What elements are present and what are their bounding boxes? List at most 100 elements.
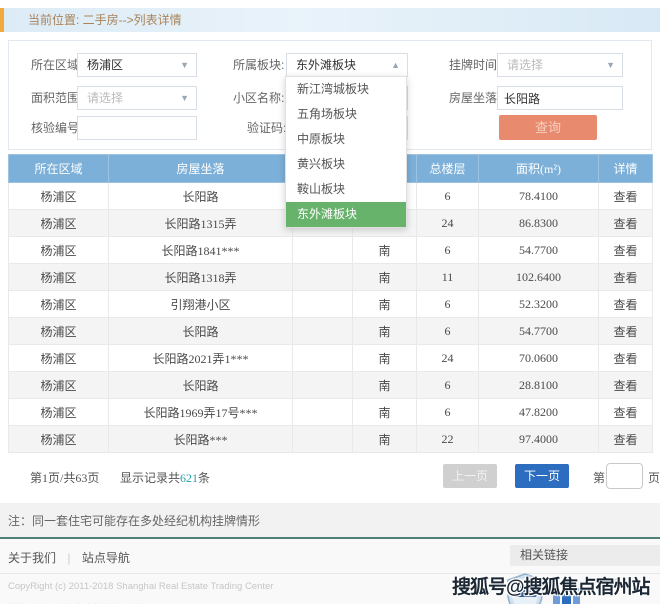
- table-cell: 54.7700: [479, 237, 599, 264]
- search-button[interactable]: 查询: [499, 115, 597, 140]
- table-cell: 长阳路2021弄1***: [109, 345, 293, 372]
- table-row: 杨浦区长阳路1318弄南11102.6400查看: [9, 264, 653, 291]
- check-number-label: 核验编号:: [31, 116, 82, 140]
- about-us-link[interactable]: 关于我们: [8, 551, 56, 565]
- dropdown-option[interactable]: 鞍山板块: [286, 177, 406, 202]
- table-cell: 杨浦区: [9, 264, 109, 291]
- table-cell: [293, 345, 353, 372]
- table-cell: [293, 291, 353, 318]
- table-header-cell: 所在区域: [9, 155, 109, 183]
- table-cell: 南: [353, 372, 417, 399]
- dropdown-option[interactable]: 新江湾城板块: [286, 77, 406, 102]
- detail-link[interactable]: 查看: [599, 291, 653, 318]
- pagination: 第1页/共63页 显示记录共621条 上一页 下一页 第 页: [8, 461, 652, 495]
- plate-select-value: 东外滩板块: [296, 58, 356, 72]
- table-cell: 长阳路1969弄17号***: [109, 399, 293, 426]
- page: 当前位置: 二手房-->列表详情 所在区域: 杨浦区 ▼ 所属板块: 东外滩板块…: [0, 0, 660, 604]
- plate-dropdown: 新江湾城板块五角场板块中原板块黄兴板块鞍山板块东外滩板块: [285, 76, 407, 228]
- table-cell: 引翔港小区: [109, 291, 293, 318]
- table-cell: 杨浦区: [9, 318, 109, 345]
- region-select-value: 杨浦区: [87, 58, 123, 72]
- table-cell: 47.8200: [479, 399, 599, 426]
- table-cell: [293, 426, 353, 453]
- detail-link[interactable]: 查看: [599, 210, 653, 237]
- table-cell: 54.7700: [479, 318, 599, 345]
- dropdown-option[interactable]: 东外滩板块: [286, 202, 406, 227]
- table-cell: 南: [353, 345, 417, 372]
- footer-links: 关于我们 | 站点导航: [8, 549, 130, 566]
- dropdown-option[interactable]: 五角场板块: [286, 102, 406, 127]
- detail-link[interactable]: 查看: [599, 237, 653, 264]
- table-header-cell: 房屋坐落: [109, 155, 293, 183]
- table-cell: [293, 237, 353, 264]
- table-cell: 杨浦区: [9, 291, 109, 318]
- table-cell: 24: [417, 210, 479, 237]
- table-row: 杨浦区长阳路1841***南654.7700查看: [9, 237, 653, 264]
- community-name-label: 小区名称:: [233, 86, 284, 110]
- table-cell: 6: [417, 237, 479, 264]
- check-number-input[interactable]: [77, 116, 197, 140]
- detail-link[interactable]: 查看: [599, 399, 653, 426]
- house-location-label: 房屋坐落:: [449, 86, 500, 110]
- table-cell: [293, 399, 353, 426]
- chevron-down-icon: ▼: [606, 54, 615, 76]
- table-cell: 24: [417, 345, 479, 372]
- plate-label: 所属板块:: [233, 53, 284, 77]
- goto-page-prefix: 第: [593, 469, 605, 486]
- detail-link[interactable]: 查看: [599, 264, 653, 291]
- record-suffix: 条: [198, 471, 210, 485]
- table-cell: 杨浦区: [9, 183, 109, 210]
- dropdown-option[interactable]: 中原板块: [286, 127, 406, 152]
- table-cell: 杨浦区: [9, 399, 109, 426]
- table-cell: 86.8300: [479, 210, 599, 237]
- table-cell: 南: [353, 318, 417, 345]
- region-select[interactable]: 杨浦区 ▼: [77, 53, 197, 77]
- house-location-input[interactable]: [497, 86, 623, 110]
- goto-page-input[interactable]: [606, 463, 643, 489]
- table-cell: 南: [353, 237, 417, 264]
- table-header-cell: 总楼层: [417, 155, 479, 183]
- listing-time-select[interactable]: 请选择 ▼: [497, 53, 623, 77]
- table-cell: 南: [353, 264, 417, 291]
- chevron-down-icon: ▼: [180, 54, 189, 76]
- table-cell: 6: [417, 318, 479, 345]
- table-header-cell: 面积(m²): [479, 155, 599, 183]
- top-gap: [0, 0, 660, 8]
- record-count-text: 显示记录共621条: [120, 469, 210, 486]
- page-info: 第1页/共63页: [30, 469, 99, 486]
- table-cell: 97.4000: [479, 426, 599, 453]
- area-range-label: 面积范围:: [31, 86, 82, 110]
- area-range-select[interactable]: 请选择 ▼: [77, 86, 197, 110]
- detail-link[interactable]: 查看: [599, 345, 653, 372]
- plate-select[interactable]: 东外滩板块 ▲: [286, 53, 408, 77]
- goto-page-suffix: 页: [648, 469, 660, 486]
- area-range-placeholder: 请选择: [87, 91, 123, 105]
- related-links-select[interactable]: 相关链接: [510, 545, 660, 566]
- table-cell: 70.0600: [479, 345, 599, 372]
- detail-link[interactable]: 查看: [599, 372, 653, 399]
- detail-link[interactable]: 查看: [599, 183, 653, 210]
- table-row: 杨浦区长阳路南654.7700查看: [9, 318, 653, 345]
- table-cell: 长阳路***: [109, 426, 293, 453]
- copyright-line1: CopyRight (c) 2011-2018 Shanghai Real Es…: [8, 581, 273, 592]
- chevron-down-icon: ▼: [180, 87, 189, 109]
- note-text: 注：同一套住宅可能存在多处经纪机构挂牌情形: [0, 503, 660, 537]
- site-nav-link[interactable]: 站点导航: [82, 551, 130, 565]
- table-cell: [293, 372, 353, 399]
- next-page-button[interactable]: 下一页: [515, 464, 569, 488]
- listing-time-label: 挂牌时间:: [449, 53, 500, 77]
- table-row: 杨浦区长阳路2021弄1***南2470.0600查看: [9, 345, 653, 372]
- dropdown-option[interactable]: 黄兴板块: [286, 152, 406, 177]
- listing-time-placeholder: 请选择: [507, 58, 543, 72]
- table-cell: [293, 318, 353, 345]
- detail-link[interactable]: 查看: [599, 318, 653, 345]
- table-cell: 6: [417, 372, 479, 399]
- table-cell: 28.8100: [479, 372, 599, 399]
- table-cell: 南: [353, 426, 417, 453]
- prev-page-button[interactable]: 上一页: [443, 464, 497, 488]
- detail-link[interactable]: 查看: [599, 426, 653, 453]
- table-cell: 南: [353, 291, 417, 318]
- table-cell: 102.6400: [479, 264, 599, 291]
- record-count: 621: [180, 471, 198, 485]
- table-cell: 长阳路1315弄: [109, 210, 293, 237]
